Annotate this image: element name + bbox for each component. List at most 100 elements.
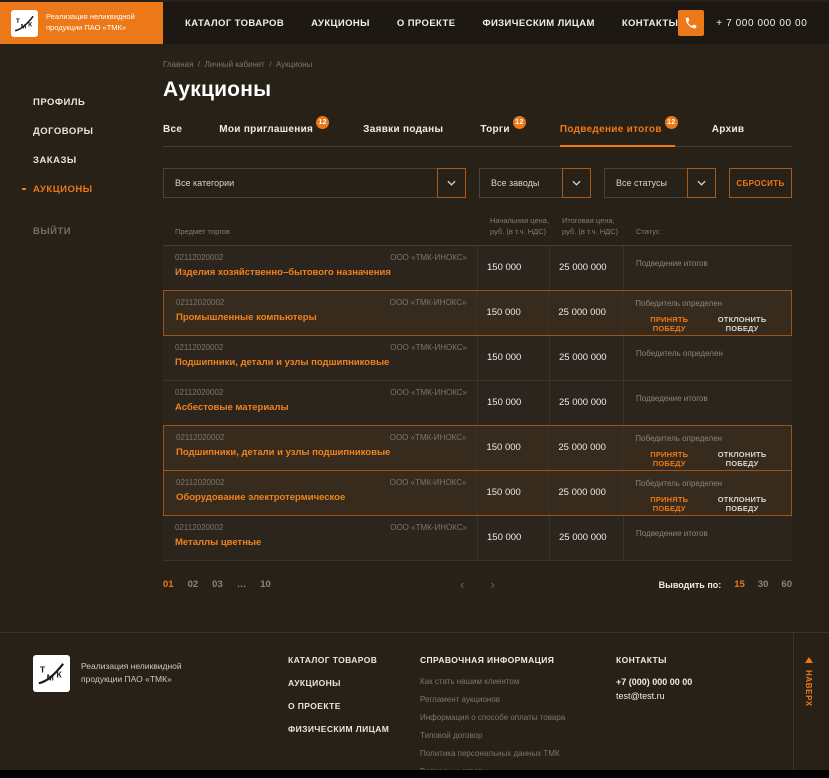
breadcrumb: Главная / Личный кабинет / Аукционы — [163, 60, 313, 69]
status-cell: Победитель определен — [624, 336, 792, 380]
start-price-cell: 150 000 — [478, 515, 550, 560]
per-page-label: Выводить по: — [658, 579, 722, 590]
status-select-value: Все статусы — [616, 178, 667, 188]
table-row: 02112020002 ООО «ТМК-ИНОКС» Промышленные … — [163, 289, 792, 336]
footer-nav-about[interactable]: О ПРОЕКТЕ — [288, 701, 389, 711]
tab-results[interactable]: Подведение итогов 12 — [559, 116, 678, 147]
per-page-selector: Выводить по: 15 30 60 — [659, 579, 792, 590]
tab-invitations[interactable]: Мои приглашения 12 — [219, 116, 330, 146]
svg-text:М: М — [47, 672, 54, 682]
category-select[interactable]: Все категории — [163, 168, 466, 198]
start-price-cell: 150 000 — [478, 335, 550, 380]
scroll-to-top-label: НАВЕРХ — [804, 670, 813, 707]
accept-win-button[interactable]: ПРИНЯТЬ ПОБЕДУ — [635, 315, 703, 333]
breadcrumb-home[interactable]: Главная — [163, 60, 193, 69]
prev-page-icon[interactable]: ‹ — [460, 578, 464, 591]
next-page-icon[interactable]: › — [491, 578, 495, 591]
lot-title-link[interactable]: Оборудование электротермическое — [176, 492, 466, 503]
lot-title-link[interactable]: Подшипники, детали и узлы подшипниковые — [175, 357, 467, 368]
phone-icon — [686, 17, 697, 29]
lot-cell: 02112020002 ООО «ТМК-ИНОКС» Промышленные … — [164, 290, 478, 335]
sidebar-logout[interactable]: ВЫЙТИ — [0, 217, 163, 246]
tab-invitations-label: Мои приглашения — [219, 124, 314, 135]
footer-link-contract-template[interactable]: Типовой договор — [420, 731, 565, 740]
factory-select[interactable]: Все заводы — [479, 168, 591, 198]
lot-cell: 02112020002 ООО «ТМК-ИНОКС» Подшипники, д… — [163, 335, 478, 380]
final-price-cell: 25 000 000 — [549, 425, 624, 470]
page-3[interactable]: 03 — [212, 579, 223, 590]
lot-code: 02112020002 — [175, 387, 224, 397]
footer-phone[interactable]: +7 (000) 000 00 00 — [616, 677, 692, 687]
header-phone-number[interactable]: + 7 000 000 00 00 — [716, 18, 807, 29]
tab-all[interactable]: Все — [163, 120, 182, 146]
decline-win-button[interactable]: ОТКЛОНИТЬ ПОБЕДУ — [703, 315, 781, 333]
decline-win-button[interactable]: ОТКЛОНИТЬ ПОБЕДУ — [703, 495, 781, 513]
nav-about[interactable]: О ПРОЕКТЕ — [397, 18, 456, 29]
sidebar-item-profile[interactable]: ПРОФИЛЬ — [0, 88, 163, 117]
chevron-down-icon — [562, 168, 591, 198]
lot-company: ООО «ТМК-ИНОКС» — [389, 432, 467, 442]
brand-logo-block[interactable]: Т М К Реализация неликвидной продукции П… — [0, 2, 163, 44]
decline-win-button[interactable]: ОТКЛОНИТЬ ПОБЕДУ — [703, 450, 781, 468]
per-page-15[interactable]: 15 — [734, 579, 745, 590]
sidebar-item-orders[interactable]: ЗАКАЗЫ — [0, 146, 163, 175]
page-10[interactable]: 10 — [260, 579, 271, 590]
footer-contacts-heading: КОНТАКТЫ — [616, 655, 667, 665]
footer-nav-auctions[interactable]: АУКЦИОНЫ — [288, 678, 389, 688]
factory-select-value: Все заводы — [491, 178, 540, 188]
table-row: 02112020002 ООО «ТМК-ИНОКС» Изделия хозяй… — [163, 245, 792, 291]
chevron-down-icon — [437, 168, 466, 198]
tab-archive[interactable]: Архив — [712, 120, 745, 146]
status-select[interactable]: Все статусы — [604, 168, 716, 198]
breadcrumb-auctions: Аукционы — [275, 60, 313, 69]
lot-title-link[interactable]: Подшипники, детали и узлы подшипниковые — [176, 447, 466, 458]
accept-win-button[interactable]: ПРИНЯТЬ ПОБЕДУ — [635, 450, 703, 468]
lot-title-link[interactable]: Металлы цветные — [175, 537, 467, 548]
status-badge: Победитель определен — [635, 298, 723, 308]
start-price-cell: 150 000 — [477, 290, 550, 335]
phone-button[interactable] — [678, 10, 705, 36]
footer-nav-catalog[interactable]: КАТАЛОГ ТОВАРОВ — [288, 655, 389, 665]
page-2[interactable]: 02 — [188, 579, 199, 590]
lot-title-link[interactable]: Асбестовые материалы — [175, 402, 467, 413]
lot-title-link[interactable]: Изделия хозяйственно–бытового назначения — [175, 267, 467, 278]
pagination: 01 02 03 … 10 ‹ › Выводить по: 15 30 60 — [163, 577, 792, 593]
bottom-black-bar — [0, 770, 829, 778]
tab-bids-submitted[interactable]: Заявки поданы — [363, 120, 443, 146]
top-header: Т М К Реализация неликвидной продукции П… — [0, 2, 829, 44]
footer-nav-individuals[interactable]: ФИЗИЧЕСКИМ ЛИЦАМ — [288, 724, 389, 734]
tab-results-label: Подведение итогов — [559, 124, 662, 135]
page-numbers: 01 02 03 … 10 — [163, 579, 271, 590]
reset-filters-button[interactable]: СБРОСИТЬ — [729, 168, 792, 198]
nav-contacts[interactable]: КОНТАКТЫ — [622, 18, 678, 29]
footer-link-become-client[interactable]: Как стать нашим клиентом — [420, 677, 565, 686]
footer-link-auction-rules[interactable]: Регламент аукционов — [420, 695, 565, 704]
tab-invitations-badge: 12 — [316, 116, 330, 129]
tab-trades[interactable]: Торги 12 — [480, 116, 526, 146]
col-header-final-price: Итоговая цена, руб. (в т.ч. НДС) — [562, 216, 619, 237]
table-row: 02112020002 ООО «ТМК-ИНОКС» Подшипники, д… — [163, 335, 792, 381]
table-row: 02112020002 ООО «ТМК-ИНОКС» Оборудование … — [163, 469, 792, 516]
scroll-to-top-button[interactable]: НАВЕРХ — [804, 657, 813, 707]
footer-link-payment-info[interactable]: Информация о способе оплаты товара — [420, 713, 565, 722]
footer-link-personal-data-policy[interactable]: Политика персональных данных ТМК — [420, 749, 565, 758]
nav-individuals[interactable]: ФИЗИЧЕСКИМ ЛИЦАМ — [482, 18, 594, 29]
nav-catalog[interactable]: КАТАЛОГ ТОВАРОВ — [185, 18, 284, 29]
lot-company: ООО «ТМК-ИНОКС» — [390, 522, 467, 532]
per-page-60[interactable]: 60 — [781, 579, 792, 590]
final-price-cell: 25 000 000 — [549, 290, 624, 335]
footer-vertical-divider — [793, 633, 794, 771]
col-header-subject: Предмет торгов — [175, 227, 230, 237]
per-page-30[interactable]: 30 — [758, 579, 769, 590]
accept-win-button[interactable]: ПРИНЯТЬ ПОБЕДУ — [635, 495, 703, 513]
nav-auctions[interactable]: АУКЦИОНЫ — [311, 18, 370, 29]
pagination-arrows: ‹ › — [460, 578, 495, 591]
footer-nav: КАТАЛОГ ТОВАРОВ АУКЦИОНЫ О ПРОЕКТЕ ФИЗИЧ… — [288, 655, 389, 734]
sidebar-item-auctions[interactable]: АУКЦИОНЫ — [0, 175, 163, 204]
breadcrumb-cabinet[interactable]: Личный кабинет — [205, 60, 265, 69]
footer-email[interactable]: test@test.ru — [616, 691, 692, 701]
main-nav: КАТАЛОГ ТОВАРОВ АУКЦИОНЫ О ПРОЕКТЕ ФИЗИЧ… — [185, 18, 678, 29]
page-1[interactable]: 01 — [163, 579, 174, 590]
lot-title-link[interactable]: Промышленные компьютеры — [176, 312, 466, 323]
sidebar-item-contracts[interactable]: ДОГОВОРЫ — [0, 117, 163, 146]
